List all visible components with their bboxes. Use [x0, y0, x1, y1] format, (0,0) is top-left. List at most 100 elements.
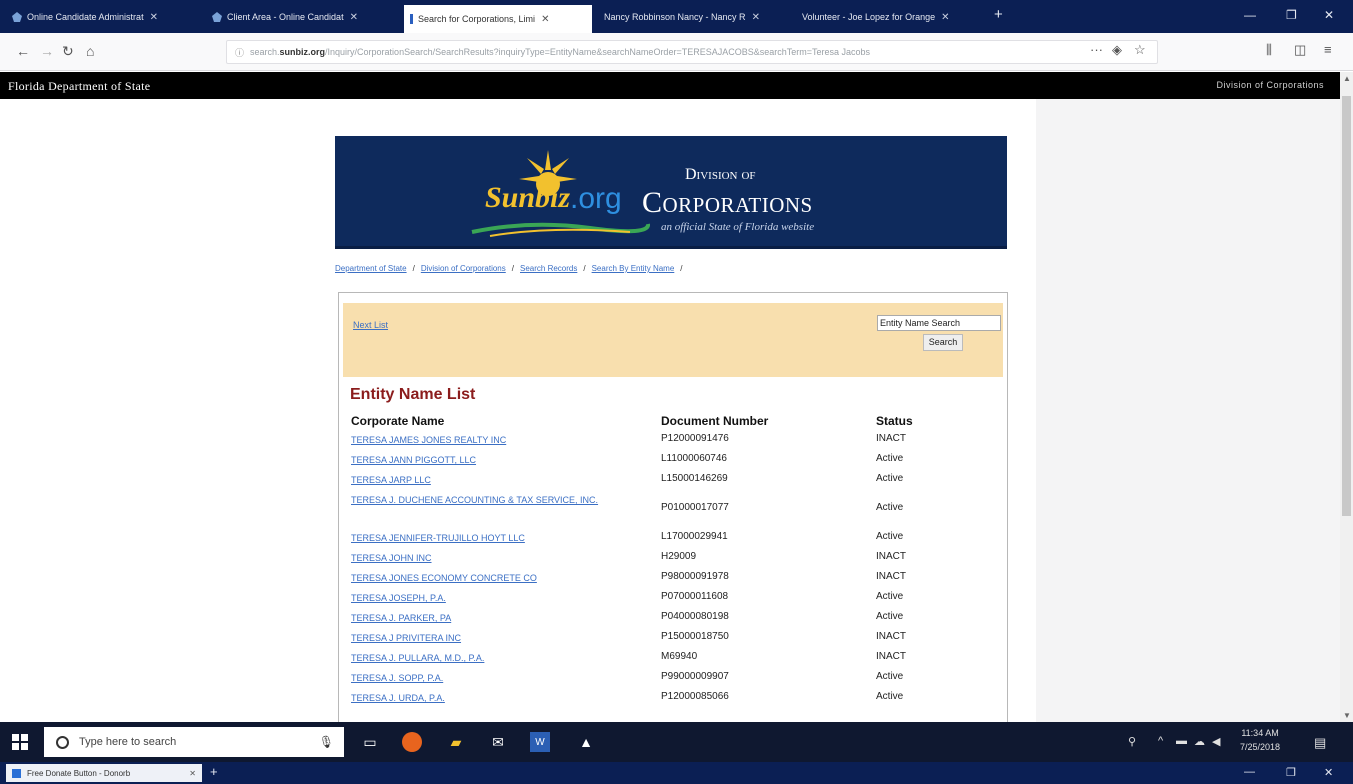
- pocket-icon[interactable]: ◈: [1112, 42, 1122, 58]
- tab-close-icon[interactable]: ✕: [150, 12, 158, 23]
- site-info-icon[interactable]: ⓘ: [235, 46, 244, 59]
- tab-close-icon[interactable]: ✕: [752, 12, 760, 23]
- status-value: INACT: [876, 631, 906, 642]
- header-status: Status: [876, 414, 913, 428]
- second-window-tab[interactable]: Free Donate Button - Donorb ✕: [6, 764, 202, 782]
- task-view-icon[interactable]: ▭: [358, 730, 382, 754]
- tab-close-icon[interactable]: ✕: [541, 14, 549, 25]
- reload-icon[interactable]: ↻: [62, 43, 74, 60]
- browser-tab-3-active[interactable]: Search for Corporations, Limi ✕: [404, 5, 592, 33]
- restore-icon[interactable]: ❐: [1286, 8, 1297, 22]
- url-bar[interactable]: ⓘ search. sunbiz.org/Inquiry/CorporationS…: [226, 40, 1158, 64]
- next-list-link[interactable]: Next List: [353, 320, 388, 330]
- division-label[interactable]: Division of Corporations: [1216, 80, 1324, 90]
- tab-close-icon[interactable]: ✕: [189, 769, 196, 778]
- browser-tab-5[interactable]: Volunteer - Joe Lopez for Orange ✕: [796, 5, 988, 29]
- library-icon[interactable]: ⫼: [1266, 42, 1272, 58]
- banner-corporations: Corporations: [642, 186, 813, 219]
- corporate-name-link[interactable]: TERESA J. PARKER, PA: [351, 611, 651, 626]
- corporate-name-link[interactable]: TERESA JONES ECONOMY CONCRETE CO: [351, 571, 651, 586]
- volume-icon[interactable]: ◀: [1212, 735, 1220, 748]
- people-icon[interactable]: ⚲: [1128, 735, 1136, 748]
- windows-start-icon[interactable]: [12, 734, 28, 750]
- table-row: TERESA JANN PIGGOTT, LLC L11000060746 Ac…: [339, 451, 1007, 471]
- tab-label: Volunteer - Joe Lopez for Orange: [802, 12, 936, 22]
- onedrive-icon[interactable]: ☁: [1194, 735, 1205, 748]
- home-icon[interactable]: ⌂: [86, 43, 94, 59]
- table-row: TERESA JENNIFER-TRUJILLO HOYT LLC L17000…: [339, 529, 1007, 549]
- right-gray-panel: [1036, 99, 1340, 722]
- restore-icon[interactable]: ❐: [1286, 766, 1296, 779]
- status-value: Active: [876, 502, 904, 513]
- firefox-icon[interactable]: [402, 732, 422, 752]
- corporate-name-link[interactable]: TERESA J. DUCHENE ACCOUNTING & TAX SERVI…: [351, 493, 646, 508]
- taskbar-search-box[interactable]: Type here to search 🎙: [44, 727, 344, 757]
- search-type-select[interactable]: Entity Name Search: [877, 315, 1001, 331]
- browser-nav-bar: ← → ↻ ⌂ ⓘ search. sunbiz.org/Inquiry/Corp…: [0, 33, 1353, 71]
- new-tab-icon[interactable]: +: [210, 764, 218, 779]
- forward-arrow-icon[interactable]: →: [40, 43, 54, 59]
- breadcrumb: Department of State / Division of Corporat…: [335, 264, 689, 273]
- sidebar-icon[interactable]: ◫: [1294, 42, 1306, 58]
- clock-date: 7/25/2018: [1240, 742, 1281, 752]
- corporate-name-link[interactable]: TERESA JAMES JONES REALTY INC: [351, 433, 651, 448]
- back-arrow-icon[interactable]: ←: [16, 43, 30, 59]
- browser-tab-1[interactable]: Online Candidate Administrat ✕: [6, 5, 200, 29]
- dept-title[interactable]: Florida Department of State: [8, 79, 150, 94]
- corporate-name-link[interactable]: TERESA JANN PIGGOTT, LLC: [351, 453, 651, 468]
- corporate-name-link[interactable]: TERESA JARP LLC: [351, 473, 651, 488]
- mail-icon[interactable]: ✉: [486, 730, 510, 754]
- breadcrumb-department-of-state[interactable]: Department of State: [335, 264, 407, 273]
- corporate-name-link[interactable]: TERESA JENNIFER-TRUJILLO HOYT LLC: [351, 531, 651, 546]
- breadcrumb-separator: /: [511, 264, 514, 273]
- sunbiz-banner[interactable]: Sunbiz .org Division of Corporations an …: [335, 136, 1007, 249]
- breadcrumb-search-records[interactable]: Search Records: [520, 264, 577, 273]
- corporate-name-link[interactable]: TERESA J. PULLARA, M.D., P.A.: [351, 651, 651, 666]
- cortana-circle-icon: [56, 735, 69, 749]
- corporate-name-link[interactable]: TERESA J. SOPP, P.A.: [351, 671, 651, 686]
- minimize-icon[interactable]: —: [1244, 8, 1256, 22]
- breadcrumb-search-by-entity-name[interactable]: Search By Entity Name: [592, 264, 675, 273]
- photos-icon[interactable]: ▲: [574, 730, 598, 754]
- new-tab-icon[interactable]: +: [994, 6, 1003, 23]
- close-window-icon[interactable]: ✕: [1324, 766, 1333, 779]
- breadcrumb-separator: /: [680, 264, 683, 273]
- status-value: Active: [876, 671, 904, 682]
- browser-tab-2[interactable]: Client Area - Online Candidat ✕: [206, 5, 400, 29]
- notifications-icon[interactable]: ▤: [1314, 735, 1326, 751]
- battery-icon[interactable]: ▬: [1176, 735, 1187, 747]
- browser-tab-4[interactable]: Nancy Robbinson Nancy - Nancy R ✕: [598, 5, 792, 29]
- tab-close-icon[interactable]: ✕: [941, 12, 949, 23]
- file-explorer-icon[interactable]: ▰: [444, 730, 468, 754]
- bookmark-star-icon[interactable]: ☆: [1134, 42, 1146, 58]
- corporate-name-link[interactable]: TERESA J. URDA, P.A.: [351, 691, 651, 706]
- microphone-icon[interactable]: 🎙: [319, 735, 334, 749]
- tab-label: Free Donate Button - Donorb: [27, 768, 131, 778]
- close-window-icon[interactable]: ✕: [1324, 8, 1334, 22]
- header-document-number: Document Number: [661, 414, 769, 428]
- search-button[interactable]: Search: [923, 334, 963, 351]
- banner-tagline: an official State of Florida website: [661, 221, 815, 233]
- taskbar-clock[interactable]: 11:34 AM 7/25/2018: [1240, 726, 1280, 754]
- entity-name-list-title: Entity Name List: [350, 386, 476, 403]
- tray-chevron-icon[interactable]: ^: [1158, 735, 1163, 747]
- clock-time: 11:34 AM: [1241, 728, 1279, 738]
- corporate-name-link[interactable]: TERESA J PRIVITERA INC: [351, 631, 651, 646]
- scroll-down-icon[interactable]: ▼: [1343, 711, 1351, 720]
- corporate-name-link[interactable]: TERESA JOSEPH, P.A.: [351, 591, 651, 606]
- scroll-up-icon[interactable]: ▲: [1343, 74, 1351, 83]
- table-row: TERESA J. SOPP, P.A. P99000009907 Active: [339, 669, 1007, 689]
- tab-close-icon[interactable]: ✕: [350, 12, 358, 23]
- header-corporate-name: Corporate Name: [351, 414, 445, 428]
- status-value: INACT: [876, 651, 906, 662]
- menu-icon[interactable]: ≡: [1324, 42, 1332, 57]
- logo-sunbiz-text: Sunbiz: [485, 181, 571, 214]
- word-icon[interactable]: W: [530, 732, 550, 752]
- corporate-name-link[interactable]: TERESA JOHN INC: [351, 551, 651, 566]
- scrollbar-thumb[interactable]: [1342, 96, 1351, 516]
- minimize-icon[interactable]: —: [1244, 766, 1255, 778]
- breadcrumb-division-of-corporations[interactable]: Division of Corporations: [421, 264, 506, 273]
- status-value: Active: [876, 531, 904, 542]
- vertical-scrollbar[interactable]: ▲ ▼: [1340, 72, 1353, 722]
- page-actions-icon[interactable]: ···: [1090, 42, 1103, 57]
